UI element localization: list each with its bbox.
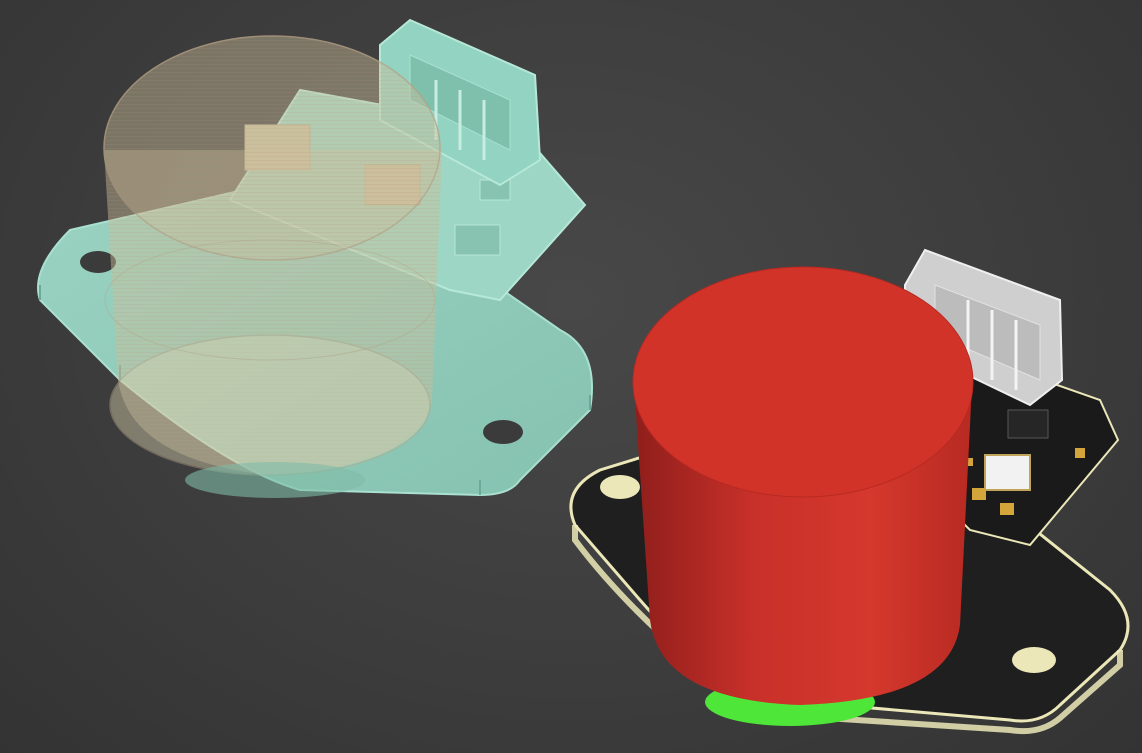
3d-viewport[interactable] bbox=[0, 0, 1142, 753]
right-pad bbox=[1000, 503, 1014, 515]
right-pad bbox=[1075, 448, 1085, 458]
mounting-hole-icon bbox=[483, 420, 523, 444]
right-chip bbox=[1007, 409, 1049, 439]
left-bottom-ring bbox=[185, 462, 365, 498]
left-chip bbox=[454, 224, 501, 256]
left-transparent-cylinder bbox=[103, 35, 442, 476]
mounting-hole-icon bbox=[600, 475, 640, 499]
right-sensor-model[interactable] bbox=[569, 248, 1130, 735]
3d-scene[interactable] bbox=[0, 0, 1142, 753]
left-sensor-model[interactable] bbox=[37, 18, 593, 498]
right-sensor-chip bbox=[984, 454, 1031, 491]
right-red-cylinder bbox=[632, 266, 974, 705]
right-pad bbox=[972, 488, 986, 500]
mounting-hole-icon bbox=[1012, 647, 1056, 673]
